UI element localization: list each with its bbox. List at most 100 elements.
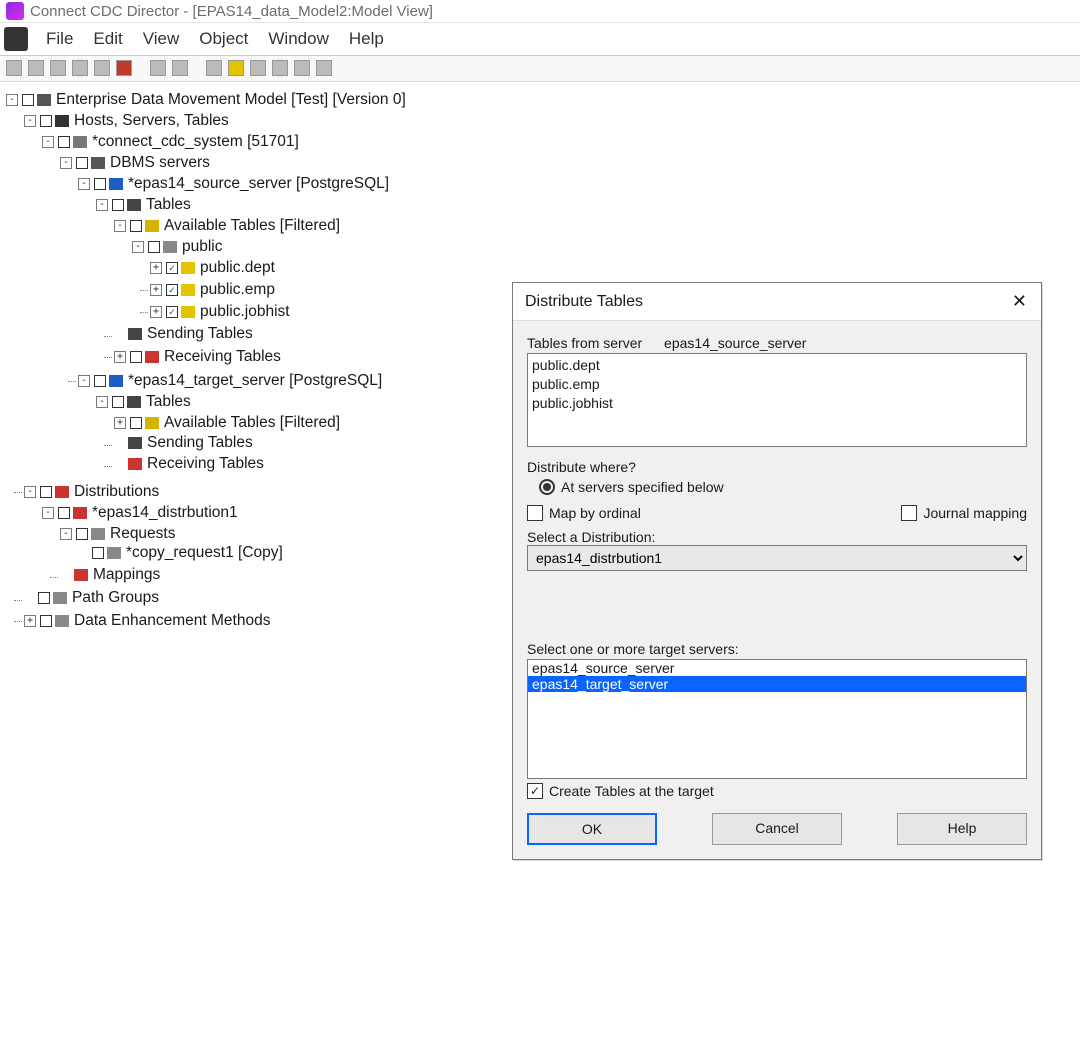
tree-deh[interactable]: Data Enhancement Methods xyxy=(74,612,270,630)
cancel-button[interactable]: Cancel xyxy=(712,813,842,845)
tree-target-server[interactable]: *epas14_target_server [PostgreSQL] xyxy=(128,372,382,390)
expand-icon[interactable]: + xyxy=(114,351,126,363)
expand-icon[interactable]: - xyxy=(78,178,90,190)
tree-available[interactable]: Available Tables [Filtered] xyxy=(164,217,340,235)
checkbox[interactable] xyxy=(130,351,142,363)
tree-receiving2[interactable]: Receiving Tables xyxy=(147,455,264,473)
checkbox[interactable] xyxy=(38,592,50,604)
expand-icon[interactable]: + xyxy=(114,417,126,429)
tree-model-root[interactable]: Enterprise Data Movement Model [Test] [V… xyxy=(56,91,406,109)
tree-dist1[interactable]: *epas14_distrbution1 xyxy=(92,504,238,522)
tree-hosts[interactable]: Hosts, Servers, Tables xyxy=(74,112,229,130)
checkbox[interactable]: ✓ xyxy=(166,284,178,296)
menu-object[interactable]: Object xyxy=(189,25,258,53)
ok-button[interactable]: OK xyxy=(527,813,657,845)
menu-window[interactable]: Window xyxy=(258,25,338,53)
tree-pathgroups[interactable]: Path Groups xyxy=(72,589,159,607)
checkbox[interactable] xyxy=(112,396,124,408)
checkbox[interactable]: ✓ xyxy=(166,262,178,274)
expand-icon[interactable]: - xyxy=(24,115,36,127)
expand-icon[interactable]: - xyxy=(6,94,18,106)
tree-table-jobhist[interactable]: public.jobhist xyxy=(200,303,290,321)
checkbox[interactable]: ✓ xyxy=(166,306,178,318)
checkbox-map-by-ordinal[interactable] xyxy=(527,505,543,521)
toolbar-disk-icon[interactable] xyxy=(250,60,266,76)
source-tables-listbox[interactable]: public.dept public.emp public.jobhist xyxy=(527,353,1027,447)
target-servers-listbox[interactable]: epas14_source_server epas14_target_serve… xyxy=(527,659,1027,779)
expand-icon[interactable]: - xyxy=(42,507,54,519)
checkbox[interactable] xyxy=(58,507,70,519)
expand-icon[interactable]: + xyxy=(150,306,162,318)
tree-schema[interactable]: public xyxy=(182,238,223,256)
distribution-combo[interactable]: epas14_distrbution1 xyxy=(527,545,1027,571)
menu-file[interactable]: File xyxy=(36,25,83,53)
tree-receiving[interactable]: Receiving Tables xyxy=(164,348,281,366)
checkbox[interactable] xyxy=(40,486,52,498)
expand-icon[interactable]: - xyxy=(24,486,36,498)
tree-available2[interactable]: Available Tables [Filtered] xyxy=(164,414,340,432)
expand-icon[interactable]: - xyxy=(42,136,54,148)
toolbar-save-icon[interactable] xyxy=(50,60,66,76)
expand-icon[interactable]: + xyxy=(24,615,36,627)
tree-sending[interactable]: Sending Tables xyxy=(147,325,253,343)
menu-view[interactable]: View xyxy=(133,25,190,53)
checkbox[interactable] xyxy=(40,115,52,127)
target-server-item[interactable]: epas14_target_server xyxy=(528,676,1026,692)
expand-icon[interactable]: + xyxy=(150,262,162,274)
tree-req1[interactable]: *copy_request1 [Copy] xyxy=(126,544,283,562)
expand-icon[interactable]: - xyxy=(96,396,108,408)
source-table-item[interactable]: public.emp xyxy=(532,375,1022,394)
toolbar-warn-icon[interactable] xyxy=(228,60,244,76)
checkbox[interactable] xyxy=(92,547,104,559)
tree-system[interactable]: *connect_cdc_system [51701] xyxy=(92,133,299,151)
expand-icon[interactable]: - xyxy=(96,199,108,211)
expand-icon[interactable]: - xyxy=(78,375,90,387)
close-icon[interactable]: ✕ xyxy=(1008,291,1031,312)
menu-help[interactable]: Help xyxy=(339,25,394,53)
toolbar-cut-icon[interactable] xyxy=(72,60,88,76)
toolbar-search-icon[interactable] xyxy=(206,60,222,76)
checkbox[interactable] xyxy=(58,136,70,148)
tree-sending2[interactable]: Sending Tables xyxy=(147,434,253,452)
tree-requests[interactable]: Requests xyxy=(110,525,175,543)
source-table-item[interactable]: public.jobhist xyxy=(532,394,1022,413)
toolbar-new-icon[interactable] xyxy=(6,60,22,76)
tree-tables[interactable]: Tables xyxy=(146,196,191,214)
toolbar-help-icon[interactable] xyxy=(316,60,332,76)
checkbox-journal-mapping[interactable] xyxy=(901,505,917,521)
source-table-item[interactable]: public.dept xyxy=(532,356,1022,375)
checkbox[interactable] xyxy=(112,199,124,211)
help-button[interactable]: Help xyxy=(897,813,1027,845)
expand-icon[interactable]: - xyxy=(132,241,144,253)
checkbox[interactable] xyxy=(40,615,52,627)
toolbar-copy-icon[interactable] xyxy=(172,60,188,76)
checkbox[interactable] xyxy=(130,220,142,232)
expand-icon[interactable]: - xyxy=(114,220,126,232)
expand-icon[interactable]: - xyxy=(60,528,72,540)
tree-table-dept[interactable]: public.dept xyxy=(200,259,275,277)
checkbox[interactable] xyxy=(76,157,88,169)
tree-distributions[interactable]: Distributions xyxy=(74,483,159,501)
menu-edit[interactable]: Edit xyxy=(83,25,132,53)
target-server-item[interactable]: epas14_source_server xyxy=(528,660,1026,676)
checkbox[interactable] xyxy=(76,528,88,540)
checkbox[interactable] xyxy=(94,375,106,387)
tree-table-emp[interactable]: public.emp xyxy=(200,281,275,299)
toolbar-scissors-icon[interactable] xyxy=(150,60,166,76)
toolbar-about-icon[interactable] xyxy=(294,60,310,76)
tree-mappings[interactable]: Mappings xyxy=(93,566,160,584)
checkbox-create-tables[interactable]: ✓ xyxy=(527,783,543,799)
toolbar-stop-icon[interactable] xyxy=(116,60,132,76)
tree-dbms[interactable]: DBMS servers xyxy=(110,154,210,172)
toolbar-grid-icon[interactable] xyxy=(94,60,110,76)
checkbox[interactable] xyxy=(22,94,34,106)
checkbox[interactable] xyxy=(130,417,142,429)
expand-icon[interactable]: + xyxy=(150,284,162,296)
tree-tables2[interactable]: Tables xyxy=(146,393,191,411)
checkbox[interactable] xyxy=(94,178,106,190)
toolbar-open-icon[interactable] xyxy=(28,60,44,76)
checkbox[interactable] xyxy=(148,241,160,253)
expand-icon[interactable]: - xyxy=(60,157,72,169)
toolbar-eraser-icon[interactable] xyxy=(272,60,288,76)
tree-source-server[interactable]: *epas14_source_server [PostgreSQL] xyxy=(128,175,389,193)
